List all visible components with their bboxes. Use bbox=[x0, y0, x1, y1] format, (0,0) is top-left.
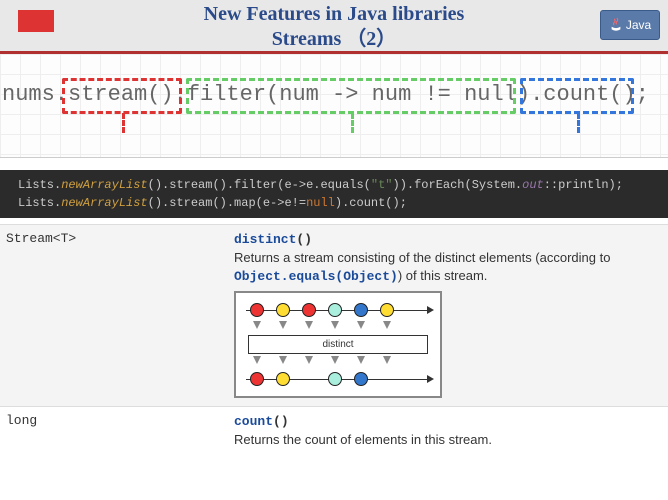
arrows-down bbox=[242, 321, 434, 333]
code-line-1: Lists.newArrayList().stream().filter(e->… bbox=[18, 176, 650, 194]
marble-output-row bbox=[242, 368, 434, 390]
marble-input-row bbox=[242, 299, 434, 321]
marble-yellow bbox=[380, 303, 394, 317]
java-icon bbox=[609, 17, 623, 33]
marble-yellow bbox=[276, 303, 290, 317]
marble-red bbox=[250, 303, 264, 317]
distinct-marble-diagram: distinct bbox=[234, 291, 442, 398]
api-link-object-equals[interactable]: Object.equals(Object) bbox=[234, 269, 398, 284]
api-return-type: Stream<T> bbox=[4, 231, 234, 402]
operator-box: distinct bbox=[248, 335, 428, 354]
slide-header: New Features in Java libraries Streams （… bbox=[0, 0, 668, 54]
api-signature: count() bbox=[234, 414, 289, 429]
title-line-1: New Features in Java libraries bbox=[0, 2, 668, 27]
logo-left bbox=[18, 10, 54, 32]
marble-red bbox=[302, 303, 316, 317]
java-badge: Java bbox=[600, 10, 660, 40]
api-return-type: long bbox=[4, 413, 234, 449]
title-line-2: Streams （2） bbox=[0, 27, 668, 52]
stream-source-box bbox=[62, 78, 182, 114]
marble-red bbox=[250, 372, 264, 386]
api-signature: distinct() bbox=[234, 232, 312, 247]
arrows-down bbox=[242, 356, 434, 368]
marble-blue bbox=[354, 372, 368, 386]
marble-lightblue bbox=[328, 303, 342, 317]
marble-blue bbox=[354, 303, 368, 317]
code-example-block: Lists.newArrayList().stream().filter(e->… bbox=[0, 170, 668, 218]
marble-yellow bbox=[276, 372, 290, 386]
api-row-count: long count() Returns the count of elemen… bbox=[0, 406, 668, 453]
slide-title: New Features in Java libraries Streams （… bbox=[0, 0, 668, 52]
api-table: Stream<T> distinct() Returns a stream co… bbox=[0, 224, 668, 453]
marble-lightblue bbox=[328, 372, 342, 386]
terminal-op-box bbox=[520, 78, 634, 114]
api-description: Returns a stream consisting of the disti… bbox=[234, 249, 664, 285]
intermediate-op-box bbox=[186, 78, 516, 114]
stream-pipeline-diagram: nums.stream().filter(num -> num != null)… bbox=[0, 54, 668, 158]
api-description: Returns the count of elements in this st… bbox=[234, 431, 664, 449]
code-line-2: Lists.newArrayList().stream().map(e->e!=… bbox=[18, 194, 650, 212]
api-row-distinct: Stream<T> distinct() Returns a stream co… bbox=[0, 224, 668, 406]
java-badge-label: Java bbox=[626, 18, 651, 32]
